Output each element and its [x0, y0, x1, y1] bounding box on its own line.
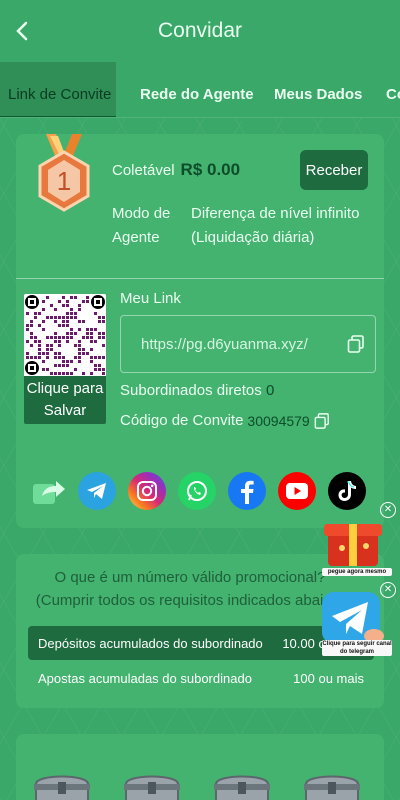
link-field[interactable]: https://pg.d6yuanma.xyz/: [120, 315, 376, 373]
collect-row: Coletável R$ 0.00: [112, 160, 240, 180]
copy-code-icon[interactable]: [314, 412, 330, 429]
treasure-chest-icon: [304, 775, 360, 800]
youtube-icon[interactable]: [278, 472, 316, 510]
facebook-icon[interactable]: [228, 472, 266, 510]
copy-link-icon[interactable]: [347, 335, 365, 353]
telegram-promo-button[interactable]: ✕ Clique para seguir canal do telegram: [320, 582, 396, 658]
valid-number-question: O que é um número válido promocional? (C…: [35, 569, 345, 609]
direct-subordinates-label: Subordinados diretos: [120, 382, 262, 399]
requirement-value: 100 ou mais: [293, 670, 364, 686]
tab-link-de-convite[interactable]: Link de Convite: [0, 62, 116, 117]
telegram-icon[interactable]: [78, 472, 116, 510]
direct-subordinates-value: 0: [265, 382, 275, 399]
whatsapp-icon[interactable]: [178, 472, 216, 510]
agent-mode-label: Modo de Agente: [112, 205, 171, 246]
rewards-chest-card: [16, 734, 384, 800]
qr-save-button[interactable]: Clique para Salvar: [24, 294, 106, 424]
my-link-label: Meu Link: [120, 290, 181, 307]
collect-amount: R$ 0.00: [180, 160, 241, 179]
invite-code-value: 30094579: [247, 412, 310, 429]
instagram-icon[interactable]: [128, 472, 166, 510]
collect-label: Coletável: [112, 162, 175, 179]
invite-code-row: Código de Convite 30094579: [120, 412, 330, 429]
medal-icon: 1: [38, 134, 90, 212]
share-icon[interactable]: [30, 472, 68, 510]
treasure-chest-icon: [214, 775, 270, 800]
gift-box-icon: [324, 524, 382, 566]
direct-subordinates-row: Subordinados diretos 0: [120, 382, 274, 399]
back-button[interactable]: [10, 18, 34, 44]
chevron-left-icon: [16, 21, 28, 41]
page-title: Convidar: [157, 19, 243, 42]
treasure-chest-icon: [34, 775, 90, 800]
invite-code-label: Código de Convite: [120, 412, 244, 429]
tab-bar: Link de Convite Rede do Agente Meus Dado…: [0, 62, 400, 118]
qr-code: [24, 294, 106, 376]
tab-meus-dados[interactable]: Meus Dados: [274, 62, 362, 117]
invite-card: 1 Coletável R$ 0.00 Receber Modo de Agen…: [16, 134, 384, 528]
divider: [16, 278, 384, 279]
close-icon[interactable]: ✕: [380, 502, 396, 518]
requirement-row: Apostas acumuladas do subordinado 100 ou…: [28, 661, 374, 695]
header: Convidar: [0, 0, 400, 62]
medal-number: 1: [57, 166, 71, 196]
gift-promo-button[interactable]: ✕ pegue agora mesmo: [320, 502, 396, 578]
gift-promo-label: pegue agora mesmo: [322, 568, 392, 576]
tab-more[interactable]: Co: [386, 62, 400, 117]
close-icon[interactable]: ✕: [380, 582, 396, 598]
link-text: https://pg.d6yuanma.xyz/: [141, 335, 308, 353]
receive-button[interactable]: Receber: [300, 150, 368, 190]
requirement-label: Depósitos acumulados do subordinado: [38, 635, 263, 651]
share-row: [30, 472, 370, 514]
tab-rede-do-agente[interactable]: Rede do Agente: [140, 62, 254, 117]
treasure-chest-icon: [124, 775, 180, 800]
agent-mode-value: Diferença de nível infinito (Liquidação …: [191, 205, 360, 246]
requirement-label: Apostas acumuladas do subordinado: [38, 670, 252, 686]
qr-caption: Clique para Salvar: [26, 380, 104, 419]
telegram-promo-label: Clique para seguir canal do telegram: [322, 640, 392, 656]
